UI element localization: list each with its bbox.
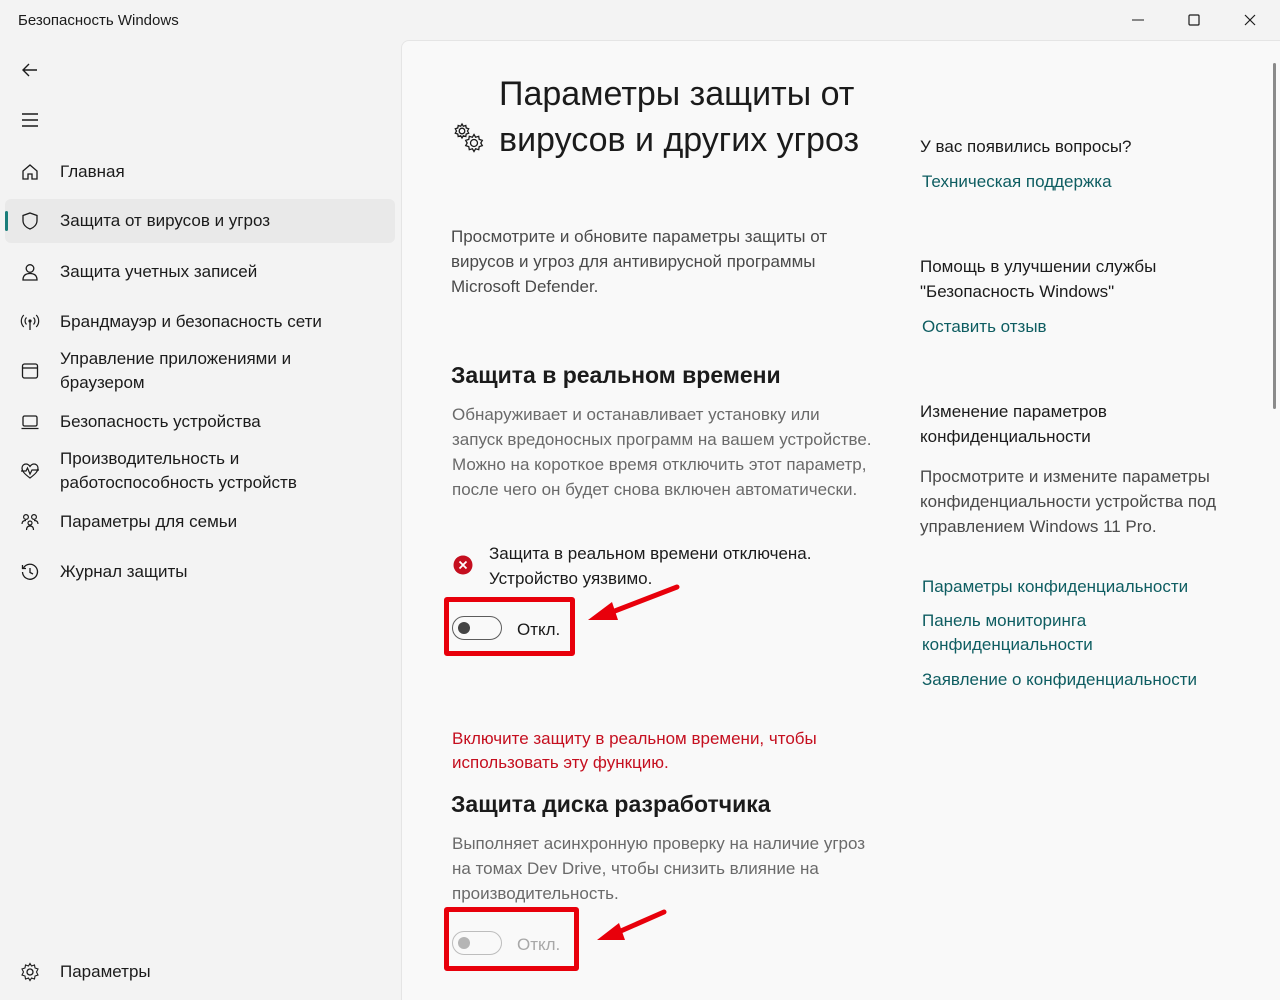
nav-label: Параметры для семьи <box>60 512 238 531</box>
scrollbar[interactable] <box>1273 63 1276 409</box>
nav-item-device-security[interactable]: Безопасность устройства <box>5 400 395 444</box>
privacy-heading: Изменение параметров конфиденциальности <box>920 402 1107 446</box>
nav-item-protection-history[interactable]: Журнал защиты <box>5 550 395 594</box>
back-arrow-icon <box>22 63 37 77</box>
nav-item-virus-protection[interactable]: Защита от вирусов и угроз <box>5 199 395 243</box>
realtime-description: Обнаруживает и останавливает установку и… <box>452 405 872 499</box>
feedback-link[interactable]: Оставить отзыв <box>922 315 1242 339</box>
nav-label: Управление приложениями и браузером <box>60 349 292 392</box>
title-bar: Безопасность Windows <box>0 0 1280 40</box>
nav-item-settings[interactable]: Параметры <box>5 950 395 994</box>
close-icon <box>1244 14 1256 26</box>
realtime-heading: Защита в реальном времени <box>451 362 781 388</box>
annotation-arrow <box>597 909 667 940</box>
selection-indicator <box>5 211 8 231</box>
toggle-knob <box>458 622 470 634</box>
hamburger-icon <box>22 113 38 127</box>
realtime-toggle[interactable] <box>452 616 502 640</box>
nav-label: Брандмауэр и безопасность сети <box>60 312 322 331</box>
home-icon <box>19 161 41 183</box>
nav-label: Безопасность устройства <box>60 412 261 431</box>
shield-icon <box>19 210 41 232</box>
devdrive-heading: Защита диска разработчика <box>451 791 771 817</box>
app-window-icon <box>19 360 41 382</box>
toggle-knob <box>458 937 470 949</box>
realtime-toggle-label: Откл. <box>517 620 561 639</box>
devdrive-toggle[interactable] <box>452 931 502 955</box>
maximize-icon <box>1188 14 1200 26</box>
minimize-icon <box>1132 19 1144 21</box>
nav-label: Журнал защиты <box>60 562 188 581</box>
wifi-antenna-icon <box>19 311 41 333</box>
gear-icon <box>19 961 41 983</box>
nav-item-account-protection[interactable]: Защита учетных записей <box>5 250 395 294</box>
main-panel: Параметры защиты от вирусов и других угр… <box>401 40 1280 1000</box>
menu-button[interactable] <box>10 102 50 138</box>
sidebar: Главная Защита от вирусов и угроз Защита… <box>0 40 400 1000</box>
devdrive-description: Выполняет асинхронную проверку на наличи… <box>452 834 866 903</box>
gears-icon <box>454 122 484 153</box>
page-title: Параметры защиты от вирусов и других угр… <box>499 75 860 159</box>
nav-item-app-browser-control[interactable]: Управление приложениями и браузером <box>5 346 395 396</box>
privacy-dashboard-link[interactable]: Панель мониторинга конфиденциальности <box>922 609 1152 657</box>
laptop-icon <box>19 411 41 433</box>
page-description: Просмотрите и обновите параметры защиты … <box>451 227 828 296</box>
nav-label: Защита учетных записей <box>60 262 258 281</box>
heart-pulse-icon <box>19 460 41 482</box>
privacy-text: Просмотрите и измените параметры конфиде… <box>920 467 1217 536</box>
nav-label: Главная <box>60 162 125 181</box>
annotation-arrow <box>588 584 680 620</box>
devdrive-notice: Включите защиту в реальном времени, чтоб… <box>452 729 817 772</box>
nav-label: Защита от вирусов и угроз <box>60 211 271 230</box>
nav-item-device-performance[interactable]: Производительность и работоспособность у… <box>5 446 395 496</box>
maximize-button[interactable] <box>1166 0 1222 40</box>
devdrive-toggle-label: Откл. <box>517 935 561 954</box>
privacy-settings-link[interactable]: Параметры конфиденциальности <box>922 575 1242 599</box>
privacy-statement-link[interactable]: Заявление о конфиденциальности <box>922 668 1242 692</box>
history-icon <box>19 561 41 583</box>
minimize-button[interactable] <box>1110 0 1166 40</box>
error-icon <box>453 555 473 575</box>
nav-label: Производительность и работоспособность у… <box>60 449 297 492</box>
nav-label: Параметры <box>60 962 151 981</box>
person-icon <box>19 261 41 283</box>
back-button[interactable] <box>10 52 50 88</box>
window-title: Безопасность Windows <box>18 12 179 29</box>
nav-item-home[interactable]: Главная <box>5 150 395 194</box>
close-button[interactable] <box>1222 0 1278 40</box>
family-icon <box>19 511 41 533</box>
support-link[interactable]: Техническая поддержка <box>922 170 1242 194</box>
questions-heading: У вас появились вопросы? <box>920 137 1132 156</box>
nav-item-family-options[interactable]: Параметры для семьи <box>5 500 395 544</box>
improve-heading: Помощь в улучшении службы "Безопасность … <box>920 257 1157 301</box>
nav-item-firewall[interactable]: Брандмауэр и безопасность сети <box>5 300 395 344</box>
